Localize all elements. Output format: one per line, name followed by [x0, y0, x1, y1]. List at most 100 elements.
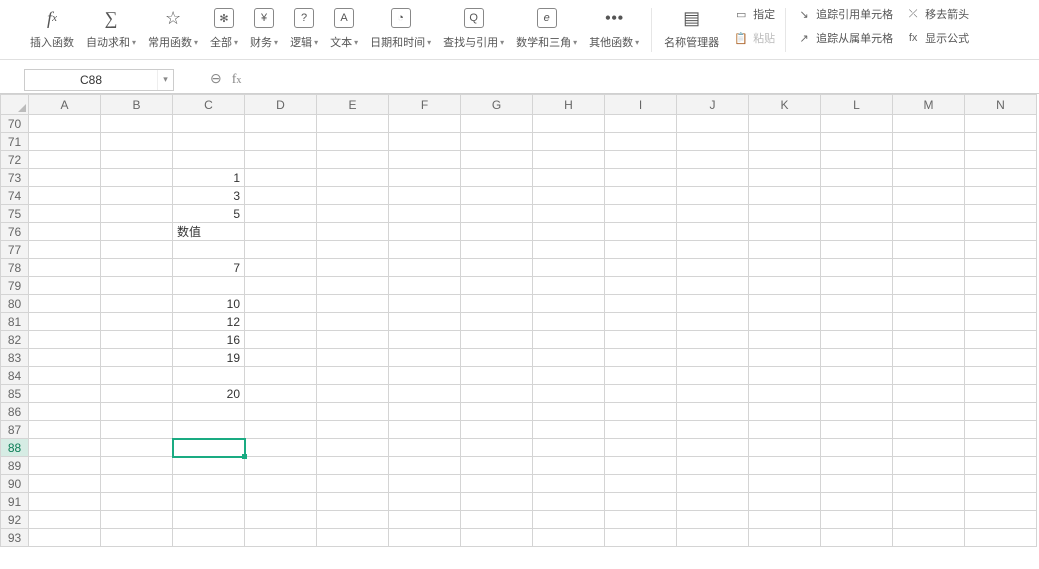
cell-I87[interactable] — [605, 421, 677, 439]
column-header-F[interactable]: F — [389, 95, 461, 115]
cell-K92[interactable] — [749, 511, 821, 529]
cell-F87[interactable] — [389, 421, 461, 439]
row-header-82[interactable]: 82 — [1, 331, 29, 349]
cell-B81[interactable] — [101, 313, 173, 331]
common-functions-button[interactable]: ☆ 常用函数▾ — [148, 4, 198, 50]
cell-A90[interactable] — [29, 475, 101, 493]
column-header-J[interactable]: J — [677, 95, 749, 115]
column-header-K[interactable]: K — [749, 95, 821, 115]
cell-I77[interactable] — [605, 241, 677, 259]
trace-precedents-button[interactable]: ↘ 追踪引用单元格 — [792, 4, 897, 24]
cell-A87[interactable] — [29, 421, 101, 439]
cell-B92[interactable] — [101, 511, 173, 529]
cell-N86[interactable] — [965, 403, 1037, 421]
cell-C80[interactable]: 10 — [173, 295, 245, 313]
cell-A72[interactable] — [29, 151, 101, 169]
cell-I70[interactable] — [605, 115, 677, 133]
cell-H75[interactable] — [533, 205, 605, 223]
cell-B88[interactable] — [101, 439, 173, 457]
cell-C84[interactable] — [173, 367, 245, 385]
cell-C92[interactable] — [173, 511, 245, 529]
cell-A73[interactable] — [29, 169, 101, 187]
cell-K83[interactable] — [749, 349, 821, 367]
cell-M78[interactable] — [893, 259, 965, 277]
row-header-90[interactable]: 90 — [1, 475, 29, 493]
cell-M77[interactable] — [893, 241, 965, 259]
cell-K89[interactable] — [749, 457, 821, 475]
cell-L81[interactable] — [821, 313, 893, 331]
cell-L76[interactable] — [821, 223, 893, 241]
cell-B89[interactable] — [101, 457, 173, 475]
cell-M83[interactable] — [893, 349, 965, 367]
cell-J82[interactable] — [677, 331, 749, 349]
cell-A93[interactable] — [29, 529, 101, 547]
cell-N82[interactable] — [965, 331, 1037, 349]
cell-B83[interactable] — [101, 349, 173, 367]
cell-D79[interactable] — [245, 277, 317, 295]
cell-M87[interactable] — [893, 421, 965, 439]
cell-H91[interactable] — [533, 493, 605, 511]
cell-C73[interactable]: 1 — [173, 169, 245, 187]
row-header-91[interactable]: 91 — [1, 493, 29, 511]
cell-K93[interactable] — [749, 529, 821, 547]
cell-H93[interactable] — [533, 529, 605, 547]
cell-K88[interactable] — [749, 439, 821, 457]
cell-E82[interactable] — [317, 331, 389, 349]
cell-E93[interactable] — [317, 529, 389, 547]
name-box[interactable]: C88 ▾ — [24, 69, 174, 91]
cell-J83[interactable] — [677, 349, 749, 367]
cell-D72[interactable] — [245, 151, 317, 169]
row-header-79[interactable]: 79 — [1, 277, 29, 295]
cell-D81[interactable] — [245, 313, 317, 331]
cell-I72[interactable] — [605, 151, 677, 169]
cell-G70[interactable] — [461, 115, 533, 133]
cell-H71[interactable] — [533, 133, 605, 151]
cell-J80[interactable] — [677, 295, 749, 313]
insert-function-button[interactable]: fx 插入函数 — [30, 4, 74, 50]
row-header-80[interactable]: 80 — [1, 295, 29, 313]
row-header-73[interactable]: 73 — [1, 169, 29, 187]
cell-C71[interactable] — [173, 133, 245, 151]
cell-A79[interactable] — [29, 277, 101, 295]
cell-F83[interactable] — [389, 349, 461, 367]
cell-I93[interactable] — [605, 529, 677, 547]
cell-C82[interactable]: 16 — [173, 331, 245, 349]
cell-B80[interactable] — [101, 295, 173, 313]
cell-G86[interactable] — [461, 403, 533, 421]
cell-I78[interactable] — [605, 259, 677, 277]
cell-B71[interactable] — [101, 133, 173, 151]
cell-H82[interactable] — [533, 331, 605, 349]
cell-K71[interactable] — [749, 133, 821, 151]
assign-button[interactable]: ▭ 指定 — [729, 4, 779, 24]
cell-H73[interactable] — [533, 169, 605, 187]
cell-M80[interactable] — [893, 295, 965, 313]
cell-H89[interactable] — [533, 457, 605, 475]
cell-H77[interactable] — [533, 241, 605, 259]
cell-E88[interactable] — [317, 439, 389, 457]
cell-C78[interactable]: 7 — [173, 259, 245, 277]
cell-D83[interactable] — [245, 349, 317, 367]
cell-A88[interactable] — [29, 439, 101, 457]
cell-A81[interactable] — [29, 313, 101, 331]
cell-J72[interactable] — [677, 151, 749, 169]
cell-J73[interactable] — [677, 169, 749, 187]
cell-L82[interactable] — [821, 331, 893, 349]
finance-button[interactable]: ¥ 财务▾ — [250, 4, 278, 50]
cell-J76[interactable] — [677, 223, 749, 241]
cell-L74[interactable] — [821, 187, 893, 205]
cell-G83[interactable] — [461, 349, 533, 367]
cell-E74[interactable] — [317, 187, 389, 205]
cell-L87[interactable] — [821, 421, 893, 439]
cell-H83[interactable] — [533, 349, 605, 367]
column-header-M[interactable]: M — [893, 95, 965, 115]
cell-E85[interactable] — [317, 385, 389, 403]
row-header-85[interactable]: 85 — [1, 385, 29, 403]
cell-K70[interactable] — [749, 115, 821, 133]
cell-D91[interactable] — [245, 493, 317, 511]
cell-A84[interactable] — [29, 367, 101, 385]
cell-G71[interactable] — [461, 133, 533, 151]
cell-D89[interactable] — [245, 457, 317, 475]
cell-D78[interactable] — [245, 259, 317, 277]
cell-N74[interactable] — [965, 187, 1037, 205]
cell-H92[interactable] — [533, 511, 605, 529]
